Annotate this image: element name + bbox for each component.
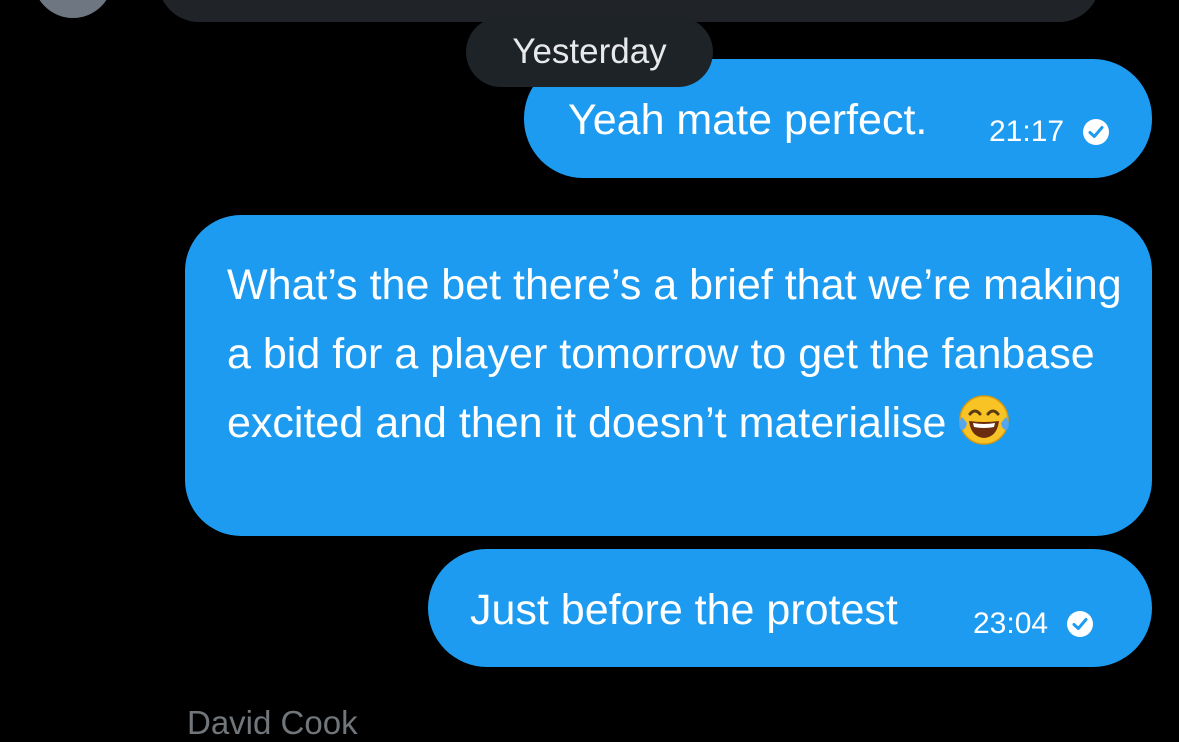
sender-name: David Cook [187, 704, 358, 741]
message-time: 23:04 [973, 607, 1049, 640]
message-text: Yeah mate perfect. [568, 96, 928, 144]
message-text: Just before the protest [470, 586, 898, 634]
message-meta: 21:17 [989, 115, 1110, 149]
date-separator: Yesterday [466, 17, 713, 87]
avatar[interactable] [33, 0, 113, 18]
sent-message-bubble[interactable]: What’s the bet there’s a brief that we’r… [185, 215, 1152, 536]
message-text-block: What’s the bet there’s a brief that we’r… [227, 251, 1127, 458]
message-time: 21:17 [989, 115, 1065, 148]
laughing-emoji-icon [959, 394, 1010, 445]
sent-message-bubble[interactable]: Just before the protest 23:04 [428, 549, 1152, 667]
date-separator-label: Yesterday [512, 32, 667, 71]
check-circle-icon [1067, 611, 1094, 637]
message-meta: 23:04 [973, 607, 1094, 641]
check-circle-icon [1083, 119, 1110, 145]
